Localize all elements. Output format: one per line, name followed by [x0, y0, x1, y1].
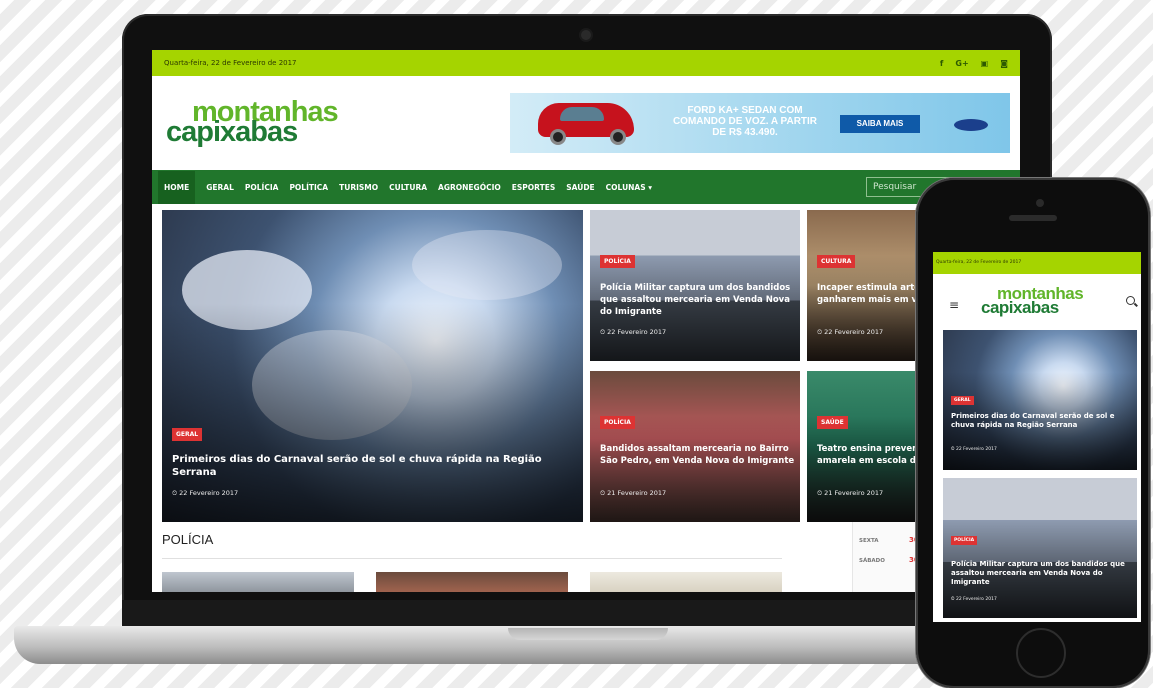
- social-links: f G+ ▣ ◙: [940, 59, 1008, 68]
- ford-logo: [954, 119, 988, 131]
- date-text: 22 Fevereiro 2017: [955, 597, 997, 602]
- story-card[interactable]: POLÍCIA Polícia Militar captura um dos b…: [590, 210, 800, 361]
- ad-cta-button[interactable]: SAIBA MAIS: [840, 115, 920, 133]
- logo-bottom-text: capixabas: [166, 116, 298, 148]
- menu-icon[interactable]: ≡: [949, 298, 959, 312]
- nav-turismo[interactable]: TURISMO: [339, 183, 378, 192]
- story-date: ⏲ 21 Fevereiro 2017: [817, 489, 884, 497]
- story-date: ⏲ 21 Fevereiro 2017: [600, 489, 667, 497]
- date-text: 22 Fevereiro 2017: [179, 489, 239, 497]
- date-text: 21 Fevereiro 2017: [607, 489, 667, 497]
- date-text: 22 Fevereiro 2017: [824, 328, 884, 336]
- category-badge[interactable]: POLÍCIA: [600, 255, 635, 268]
- ad-text: FORD KA+ SEDAN COM COMANDO DE VOZ. A PAR…: [672, 105, 818, 138]
- category-badge[interactable]: SAÚDE: [817, 416, 848, 429]
- search-icon[interactable]: [1126, 296, 1135, 305]
- nav-policia[interactable]: POLÍCIA: [245, 183, 279, 192]
- story-date: ⏲ 22 Fevereiro 2017: [817, 328, 884, 336]
- laptop-notch: [508, 628, 668, 640]
- laptop-screen: Quarta-feira, 22 de Fevereiro de 2017 f …: [152, 50, 1020, 592]
- nav-home[interactable]: HOME: [158, 170, 196, 204]
- nav-esportes[interactable]: ESPORTES: [512, 183, 555, 192]
- category-badge[interactable]: CULTURA: [817, 255, 856, 268]
- phone-top-bar: Quarta-feira, 22 de Fevereiro de 2017: [933, 252, 1141, 274]
- top-date: Quarta-feira, 22 de Fevereiro de 2017: [164, 59, 297, 67]
- laptop-camera: [581, 30, 591, 40]
- date-text: 22 Fevereiro 2017: [607, 328, 667, 336]
- weather-day: SEXTA: [859, 538, 879, 544]
- phone-date: Quarta-feira, 22 de Fevereiro de 2017: [936, 260, 1022, 265]
- story-title[interactable]: Polícia Militar captura um dos bandidos …: [600, 282, 796, 318]
- section-thumb[interactable]: [162, 572, 354, 592]
- category-badge[interactable]: POLÍCIA: [951, 536, 978, 545]
- story-card[interactable]: POLÍCIA Bandidos assaltam mercearia no B…: [590, 371, 800, 522]
- site-header: montanhas capixabas FORD KA+ SEDAN COM C…: [152, 76, 1020, 170]
- car-wheel: [610, 129, 626, 145]
- instagram-icon[interactable]: ◙: [1000, 59, 1008, 68]
- date-text: 22 Fevereiro 2017: [955, 447, 997, 452]
- phone-card-date: ⏲ 22 Fevereiro 2017: [951, 597, 997, 602]
- phone-story-card[interactable]: POLÍCIA Polícia Militar captura um dos b…: [943, 478, 1137, 618]
- section-thumb[interactable]: [590, 572, 782, 592]
- phone-card-title[interactable]: Primeiros dias do Carnaval serão de sol …: [951, 412, 1131, 430]
- section-title: POLÍCIA: [162, 532, 214, 547]
- featured-card[interactable]: GERAL Primeiros dias do Carnaval serão d…: [162, 210, 583, 522]
- car-wheel: [550, 129, 566, 145]
- phone-card-date: ⏲ 22 Fevereiro 2017: [951, 447, 997, 452]
- phone-header: ≡ montanhas capixabas: [933, 274, 1141, 334]
- google-plus-icon[interactable]: G+: [955, 59, 968, 68]
- phone-featured-card[interactable]: GERAL Primeiros dias do Carnaval serão d…: [943, 330, 1137, 470]
- featured-grid: GERAL Primeiros dias do Carnaval serão d…: [162, 210, 1020, 522]
- story-title[interactable]: Bandidos assaltam mercearia no Bairro Sã…: [600, 443, 796, 467]
- section-thumb[interactable]: [376, 572, 568, 592]
- nav-saude[interactable]: SAÚDE: [566, 183, 594, 192]
- nav-geral[interactable]: GERAL: [206, 183, 234, 192]
- phone-camera: [1036, 199, 1044, 207]
- phone-card-title[interactable]: Polícia Militar captura um dos bandidos …: [951, 560, 1131, 587]
- nav-agronegocio[interactable]: AGRONEGÓCIO: [438, 183, 501, 192]
- category-badge[interactable]: GERAL: [172, 428, 203, 441]
- weather-day: SÁBADO: [859, 558, 885, 564]
- category-badge[interactable]: GERAL: [951, 396, 974, 405]
- phone-screen: Quarta-feira, 22 de Fevereiro de 2017 ≡ …: [933, 252, 1141, 622]
- featured-title[interactable]: Primeiros dias do Carnaval serão de sol …: [172, 453, 572, 479]
- nav-colunas[interactable]: COLUNAS ▾: [606, 183, 652, 192]
- story-date: ⏲ 22 Fevereiro 2017: [600, 328, 667, 336]
- top-bar: Quarta-feira, 22 de Fevereiro de 2017 f …: [152, 50, 1020, 76]
- category-badge[interactable]: POLÍCIA: [600, 416, 635, 429]
- section-divider: [162, 558, 782, 559]
- nav-cultura[interactable]: CULTURA: [389, 183, 427, 192]
- phone-home-button: [1016, 628, 1066, 678]
- youtube-icon[interactable]: ▣: [981, 59, 989, 68]
- ad-banner[interactable]: FORD KA+ SEDAN COM COMANDO DE VOZ. A PAR…: [510, 93, 1010, 153]
- site-logo[interactable]: montanhas capixabas: [166, 96, 356, 150]
- nav-politica[interactable]: POLÍTICA: [289, 183, 328, 192]
- date-text: 21 Fevereiro 2017: [824, 489, 884, 497]
- featured-date: ⏲ 22 Fevereiro 2017: [172, 489, 239, 497]
- main-nav: HOME GERAL POLÍCIA POLÍTICA TURISMO CULT…: [152, 170, 1020, 204]
- facebook-icon[interactable]: f: [940, 59, 943, 68]
- logo-bottom-text: capixabas: [981, 298, 1059, 317]
- phone-speaker: [1009, 215, 1057, 221]
